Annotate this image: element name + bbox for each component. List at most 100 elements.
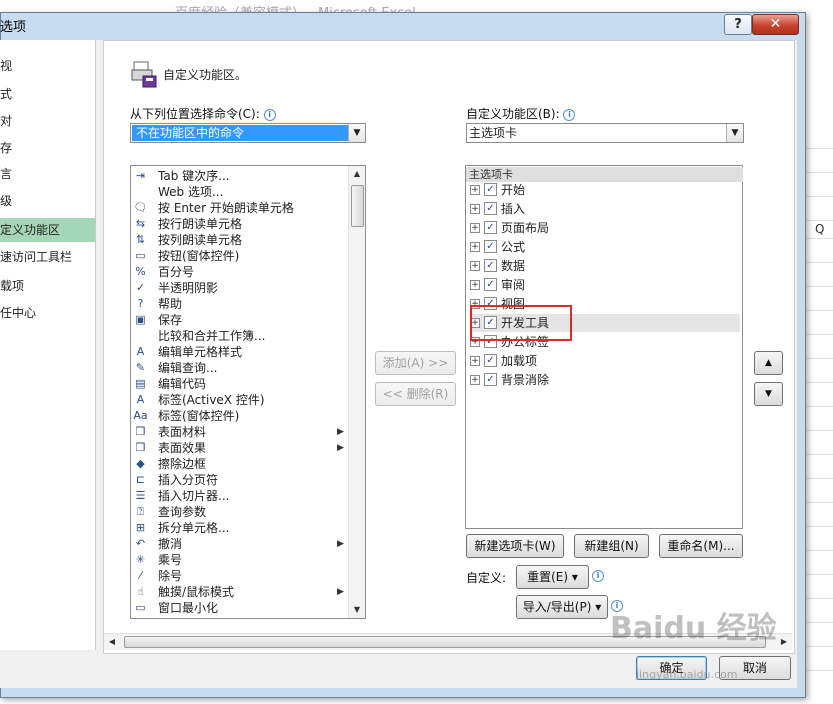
command-item[interactable]: A 编辑单元格样式 (131, 344, 347, 360)
expand-icon[interactable]: + (470, 356, 480, 366)
command-item[interactable]: ? 帮助 (131, 296, 347, 312)
nav-item-quick-access[interactable]: 速访问工具栏 (0, 245, 95, 269)
expand-icon[interactable]: + (470, 261, 480, 271)
scroll-thumb[interactable] (351, 185, 364, 227)
slicer-icon: ☰ (135, 489, 146, 502)
ribbon-tab-label: 页面布局 (501, 221, 550, 235)
ribbon-tab-label: 背景消除 (501, 373, 550, 387)
new-tab-button[interactable]: 新建选项卡(W) (466, 534, 564, 558)
command-label: 帮助 (158, 297, 183, 311)
surface-material-icon: ❒ (135, 425, 146, 438)
command-item[interactable]: ⇆ 按行朗读单元格 (131, 216, 347, 232)
tab-checkbox[interactable]: ✓ (484, 278, 497, 291)
nav-item-trust-center[interactable]: 任中心 (0, 301, 95, 325)
expand-icon[interactable]: + (470, 223, 480, 233)
reset-button[interactable]: 重置(E) ▾ (516, 565, 589, 589)
move-up-button[interactable]: ▲ (754, 351, 783, 375)
scroll-right-icon[interactable]: ▶ (776, 634, 792, 650)
ribbon-tab-item[interactable]: + ✓ 公式 (470, 238, 740, 256)
command-item[interactable]: ◆ 擦除边框 (131, 456, 347, 472)
command-item[interactable]: ⊏ 插入分页符 (131, 472, 347, 488)
command-item[interactable]: ❒ 表面效果 ▶ (131, 440, 347, 456)
command-item[interactable]: ☰ 插入切片器... (131, 488, 347, 504)
import-export-button[interactable]: 导入/导出(P) ▾ (516, 595, 608, 619)
nav-item-proofing[interactable]: 对 (0, 109, 95, 133)
command-item[interactable]: ↶ 撤消 ▶ (131, 536, 347, 552)
close-button[interactable]: ✕ (752, 14, 799, 35)
command-item[interactable]: ✓ 半透明阴影 (131, 280, 347, 296)
command-label: 按钮(窗体控件) (158, 249, 240, 263)
command-item[interactable]: ▤ 编辑代码 (131, 376, 347, 392)
command-item[interactable]: 🗨 按 Enter 开始朗读单元格 (131, 200, 347, 216)
expand-icon[interactable]: + (470, 185, 480, 195)
tab-checkbox[interactable]: ✓ (484, 221, 497, 234)
ribbon-tab-item[interactable]: + ✓ 开始 (470, 181, 740, 199)
expand-icon[interactable]: + (470, 280, 480, 290)
help-button[interactable]: ? (724, 14, 752, 35)
command-label: 窗口最小化 (158, 601, 219, 615)
scroll-up-icon[interactable]: ▲ (349, 166, 365, 182)
command-item[interactable]: Web 选项... (131, 184, 347, 200)
ribbon-tab-item[interactable]: + ✓ 插入 (470, 200, 740, 218)
scroll-left-icon[interactable]: ◀ (104, 634, 120, 650)
command-item[interactable]: ✳ 乘号 (131, 552, 347, 568)
command-item[interactable]: Aa 标签(窗体控件) (131, 408, 347, 424)
nav-item-display[interactable]: 视 (0, 54, 95, 78)
command-item[interactable]: ▭ 窗口最小化 (131, 600, 347, 616)
tab-checkbox[interactable]: ✓ (484, 373, 497, 386)
ribbon-tab-item[interactable]: + ✓ 背景消除 (470, 371, 740, 389)
command-item[interactable]: ⇅ 按列朗读单元格 (131, 232, 347, 248)
choose-commands-combo[interactable]: 不在功能区中的命令 ▼ (130, 123, 366, 143)
command-item[interactable]: ▭ 按钮(窗体控件) (131, 248, 347, 264)
ribbon-tab-item[interactable]: + ✓ 加载项 (470, 352, 740, 370)
rename-button[interactable]: 重命名(M)... (659, 534, 743, 558)
nav-item-save[interactable]: 存 (0, 136, 95, 160)
ribbon-tab-item[interactable]: + ✓ 审阅 (470, 276, 740, 294)
commands-scrollbar[interactable]: ▲ ▼ (348, 166, 365, 618)
add-button[interactable]: 添加(A) >> (375, 351, 456, 375)
form-button-icon: ▭ (135, 249, 146, 262)
command-item[interactable]: ⍰ 查询参数 (131, 504, 347, 520)
commands-list[interactable]: ⇥ Tab 键次序... Web 选项... 🗨 按 Enter 开始朗读单元格 ⇆ 按行朗… (130, 165, 366, 619)
command-item[interactable]: 比较和合并工作簿... (131, 328, 347, 344)
command-item[interactable]: ✎ 编辑查询... (131, 360, 347, 376)
nav-item-addins[interactable]: 载项 (0, 274, 95, 298)
new-group-button[interactable]: 新建组(N) (574, 534, 649, 558)
tab-checkbox[interactable]: ✓ (484, 259, 497, 272)
tab-checkbox[interactable]: ✓ (484, 354, 497, 367)
move-down-button[interactable]: ▼ (754, 382, 783, 406)
command-item[interactable]: ⇥ Tab 键次序... (131, 168, 347, 184)
ribbon-tab-item[interactable]: + ✓ 数据 (470, 257, 740, 275)
chevron-down-icon[interactable]: ▼ (348, 124, 365, 142)
command-label: 按 Enter 开始朗读单元格 (158, 201, 294, 215)
expand-icon[interactable]: + (470, 242, 480, 252)
command-item[interactable]: % 百分号 (131, 264, 347, 280)
ribbon-tab-item[interactable]: + ✓ 页面布局 (470, 219, 740, 237)
nav-item-formulas[interactable]: 式 (0, 82, 95, 106)
tab-checkbox[interactable]: ✓ (484, 202, 497, 215)
command-label: 比较和合并工作簿... (158, 329, 266, 343)
info-icon: i (563, 108, 576, 121)
scroll-down-icon[interactable]: ▼ (349, 602, 365, 618)
nav-item-customize-ribbon[interactable]: 定义功能区 (0, 218, 95, 242)
command-item[interactable]: ⁄ 除号 (131, 568, 347, 584)
command-item[interactable]: ▣ 保存 (131, 312, 347, 328)
command-label: 插入切片器... (158, 489, 230, 503)
command-label: 编辑查询... (158, 361, 218, 375)
tab-checkbox[interactable]: ✓ (484, 183, 497, 196)
nav-item-language[interactable]: 言 (0, 162, 95, 186)
command-item[interactable]: ❒ 表面材料 ▶ (131, 424, 347, 440)
customize-ribbon-combo[interactable]: 主选项卡 ▼ (466, 123, 744, 143)
tab-checkbox[interactable]: ✓ (484, 240, 497, 253)
command-label: 插入分页符 (158, 473, 219, 487)
save-icon: ▣ (135, 313, 146, 326)
nav-item-advanced[interactable]: 级 (0, 189, 95, 213)
remove-button[interactable]: << 删除(R) (375, 382, 456, 406)
command-item[interactable]: A 标签(ActiveX 控件) (131, 392, 347, 408)
command-item[interactable]: ⊞ 拆分单元格... (131, 520, 347, 536)
expand-icon[interactable]: + (470, 375, 480, 385)
chevron-down-icon[interactable]: ▼ (726, 124, 743, 142)
command-item[interactable]: ☝ 触摸/鼠标模式 ▶ (131, 584, 347, 600)
expand-icon[interactable]: + (470, 204, 480, 214)
submenu-arrow-icon: ▶ (337, 539, 344, 549)
